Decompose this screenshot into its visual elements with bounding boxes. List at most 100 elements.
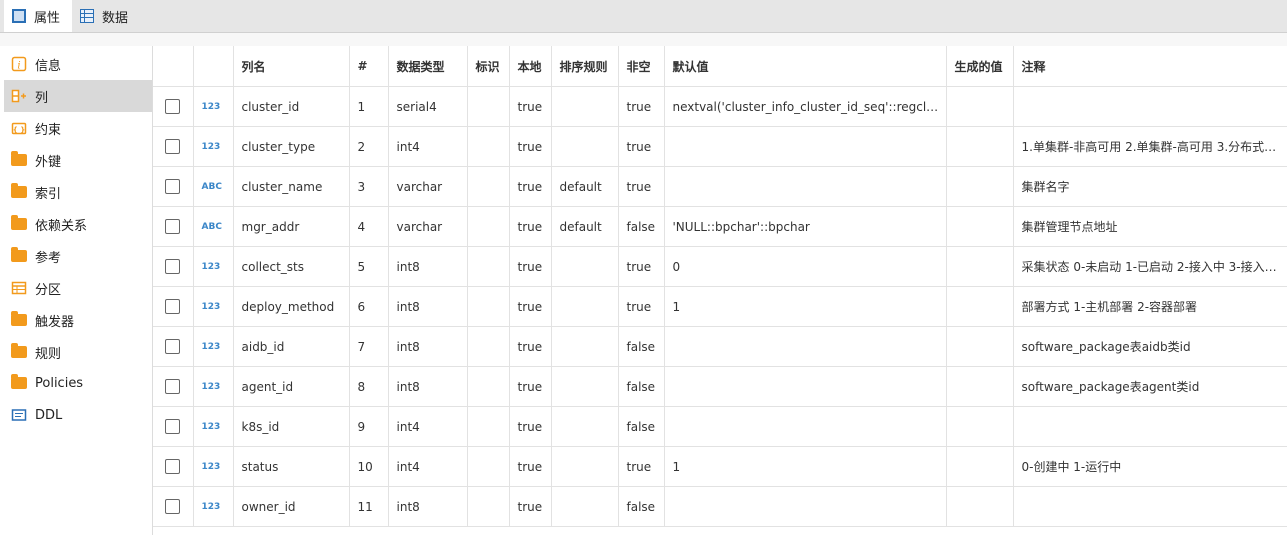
data-type-cell[interactable]: int4 <box>388 446 468 487</box>
row-checkbox[interactable] <box>165 219 181 234</box>
data-type-cell[interactable]: int8 <box>388 366 468 407</box>
table-row[interactable]: 123 agent_id 8 int8 true false software_packag… <box>153 366 1287 407</box>
row-checkbox[interactable] <box>165 259 181 274</box>
local-cell[interactable]: true <box>509 206 552 247</box>
header-comment[interactable]: 注释 <box>1013 46 1287 87</box>
column-name-cell[interactable]: cluster_type <box>233 126 350 167</box>
collation-cell[interactable] <box>551 446 619 487</box>
table-row[interactable]: ABC cluster_name 3 varchar true default true 集群… <box>153 166 1287 207</box>
identity-cell[interactable] <box>467 366 510 407</box>
header-local[interactable]: 本地 <box>509 46 552 87</box>
local-cell[interactable]: true <box>509 406 552 447</box>
column-name-cell[interactable]: status <box>233 446 350 487</box>
comment-cell[interactable]: 采集状态 0-未启动 1-已启动 2-接入中 3-接入失败 <box>1013 246 1287 287</box>
comment-cell[interactable]: 集群管理节点地址 <box>1013 206 1287 247</box>
default-cell[interactable] <box>664 126 947 167</box>
default-cell[interactable]: 'NULL::bpchar'::bpchar <box>664 206 947 247</box>
column-name-cell[interactable]: cluster_id <box>233 86 350 127</box>
header-generated[interactable]: 生成的值 <box>946 46 1014 87</box>
ordinal-cell[interactable]: 9 <box>349 406 389 447</box>
sidebar-item-dependencies[interactable]: 依赖关系 <box>4 208 152 240</box>
table-row[interactable]: ABC mgr_addr 4 varchar true default false 'NULL… <box>153 206 1287 247</box>
generated-cell[interactable] <box>946 366 1014 407</box>
ordinal-cell[interactable]: 10 <box>349 446 389 487</box>
generated-cell[interactable] <box>946 166 1014 207</box>
local-cell[interactable]: true <box>509 446 552 487</box>
column-name-cell[interactable]: collect_sts <box>233 246 350 287</box>
sidebar-item-constraints[interactable]: { } 约束 <box>4 112 152 144</box>
generated-cell[interactable] <box>946 446 1014 487</box>
default-cell[interactable]: 0 <box>664 246 947 287</box>
ordinal-cell[interactable]: 1 <box>349 86 389 127</box>
generated-cell[interactable] <box>946 406 1014 447</box>
local-cell[interactable]: true <box>509 326 552 367</box>
sidebar-item-rules[interactable]: 规则 <box>4 336 152 368</box>
not-null-cell[interactable]: false <box>618 206 665 247</box>
sidebar-item-columns[interactable]: 列 <box>4 80 152 112</box>
identity-cell[interactable] <box>467 246 510 287</box>
not-null-cell[interactable]: true <box>618 86 665 127</box>
comment-cell[interactable] <box>1013 86 1287 127</box>
generated-cell[interactable] <box>946 286 1014 327</box>
column-name-cell[interactable]: deploy_method <box>233 286 350 327</box>
collation-cell[interactable]: default <box>551 166 619 207</box>
row-checkbox[interactable] <box>165 99 181 114</box>
identity-cell[interactable] <box>467 166 510 207</box>
not-null-cell[interactable]: true <box>618 286 665 327</box>
header-identity[interactable]: 标识 <box>467 46 510 87</box>
default-cell[interactable] <box>664 366 947 407</box>
tab-data[interactable]: 数据 <box>78 0 148 32</box>
default-cell[interactable]: 1 <box>664 446 947 487</box>
row-checkbox[interactable] <box>165 379 181 394</box>
table-row[interactable]: 123 deploy_method 6 int8 true true 1 部署方式 1-主机部… <box>153 286 1287 327</box>
column-name-cell[interactable]: agent_id <box>233 366 350 407</box>
header-column-name[interactable]: 列名 <box>233 46 350 87</box>
column-name-cell[interactable]: aidb_id <box>233 326 350 367</box>
column-name-cell[interactable]: owner_id <box>233 486 350 527</box>
ordinal-cell[interactable]: 11 <box>349 486 389 527</box>
identity-cell[interactable] <box>467 206 510 247</box>
header-not-null[interactable]: 非空 <box>618 46 665 87</box>
sidebar-item-triggers[interactable]: 触发器 <box>4 304 152 336</box>
collation-cell[interactable] <box>551 246 619 287</box>
data-type-cell[interactable]: int8 <box>388 486 468 527</box>
column-name-cell[interactable]: cluster_name <box>233 166 350 207</box>
comment-cell[interactable] <box>1013 406 1287 447</box>
header-collation[interactable]: 排序规则 <box>551 46 619 87</box>
collation-cell[interactable] <box>551 486 619 527</box>
collation-cell[interactable] <box>551 326 619 367</box>
identity-cell[interactable] <box>467 286 510 327</box>
generated-cell[interactable] <box>946 246 1014 287</box>
data-type-cell[interactable]: varchar <box>388 166 468 207</box>
data-type-cell[interactable]: int8 <box>388 246 468 287</box>
local-cell[interactable]: true <box>509 126 552 167</box>
comment-cell[interactable]: software_package表aidb类id <box>1013 326 1287 367</box>
collation-cell[interactable]: default <box>551 206 619 247</box>
ordinal-cell[interactable]: 8 <box>349 366 389 407</box>
not-null-cell[interactable]: false <box>618 406 665 447</box>
row-checkbox[interactable] <box>165 179 181 194</box>
table-row[interactable]: 123 status 10 int4 true true 1 0-创建中 1-运行中 <box>153 446 1287 487</box>
collation-cell[interactable] <box>551 126 619 167</box>
ordinal-cell[interactable]: 7 <box>349 326 389 367</box>
collation-cell[interactable] <box>551 406 619 447</box>
data-type-cell[interactable]: int8 <box>388 286 468 327</box>
generated-cell[interactable] <box>946 86 1014 127</box>
data-type-cell[interactable]: int4 <box>388 126 468 167</box>
not-null-cell[interactable]: false <box>618 366 665 407</box>
tab-properties[interactable]: 属性 <box>4 0 72 32</box>
data-type-cell[interactable]: int4 <box>388 406 468 447</box>
data-type-cell[interactable]: serial4 <box>388 86 468 127</box>
default-cell[interactable] <box>664 326 947 367</box>
sidebar-item-policies[interactable]: Policies <box>4 367 152 399</box>
comment-cell[interactable]: 1.单集群-非高可用 2.单集群-高可用 3.分布式集群 <box>1013 126 1287 167</box>
identity-cell[interactable] <box>467 126 510 167</box>
default-cell[interactable]: 1 <box>664 286 947 327</box>
header-data-type[interactable]: 数据类型 <box>388 46 468 87</box>
not-null-cell[interactable]: false <box>618 486 665 527</box>
default-cell[interactable] <box>664 166 947 207</box>
table-row[interactable]: 123 owner_id 11 int8 true false <box>153 486 1287 527</box>
default-cell[interactable]: nextval('cluster_info_cluster_id_seq'::r… <box>664 86 947 127</box>
data-type-cell[interactable]: varchar <box>388 206 468 247</box>
generated-cell[interactable] <box>946 206 1014 247</box>
